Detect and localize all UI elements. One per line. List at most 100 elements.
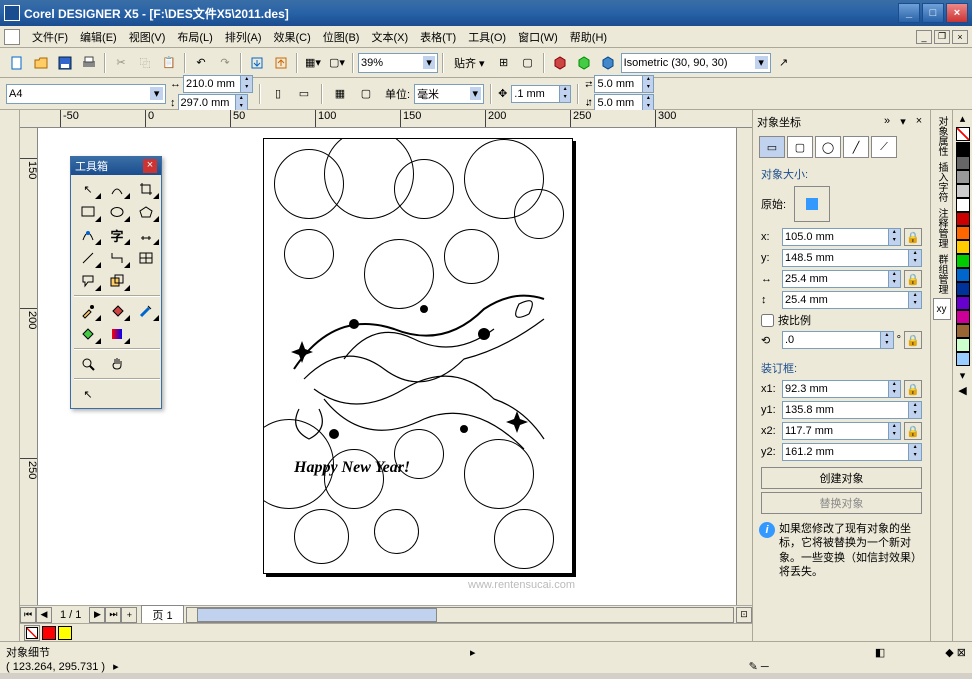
zoom-tool[interactable] bbox=[74, 353, 102, 375]
drawing-canvas[interactable]: Happy New Year! www.rentensucai.com 工具箱×… bbox=[38, 128, 736, 605]
bbox-x1[interactable]: ▴▾ bbox=[782, 380, 901, 398]
all-pages[interactable]: ▦ bbox=[329, 83, 351, 105]
rotation[interactable]: ▴▾ bbox=[782, 331, 894, 349]
shape-tool[interactable] bbox=[103, 178, 131, 200]
rtab-群组管理[interactable]: 群组管理 bbox=[933, 252, 951, 296]
zoom-combo[interactable]: ▾ bbox=[358, 53, 438, 73]
menu-位图(B)[interactable]: 位图(B) bbox=[317, 30, 366, 46]
lock-pos[interactable]: 🔒 bbox=[904, 228, 922, 246]
minimize-button[interactable]: _ bbox=[898, 3, 920, 23]
app-launcher[interactable]: ▦▾ bbox=[302, 52, 324, 74]
no-color[interactable] bbox=[956, 127, 970, 141]
smart-fill[interactable] bbox=[74, 323, 102, 345]
lock-size[interactable]: 🔒 bbox=[904, 270, 922, 288]
connector-tool[interactable] bbox=[103, 247, 131, 269]
tab-line[interactable]: ╱ bbox=[843, 136, 869, 158]
3d-1[interactable] bbox=[549, 52, 571, 74]
swatch[interactable] bbox=[956, 352, 970, 366]
curve-tool[interactable] bbox=[74, 224, 102, 246]
docker-close[interactable]: × bbox=[912, 115, 926, 129]
bbox-y1[interactable]: ▴▾ bbox=[782, 401, 922, 419]
horizontal-ruler[interactable]: -50050100150200250300 bbox=[20, 110, 752, 128]
lock-bbox2[interactable]: 🔒 bbox=[904, 422, 922, 440]
menu-排列(A)[interactable]: 排列(A) bbox=[219, 30, 268, 46]
polygon-tool[interactable] bbox=[132, 201, 160, 223]
palette-up[interactable]: ▴ bbox=[960, 112, 966, 126]
tab-ellipse[interactable]: ◯ bbox=[815, 136, 841, 158]
crop-tool[interactable] bbox=[132, 178, 160, 200]
swatch[interactable] bbox=[956, 156, 970, 170]
color-none[interactable] bbox=[24, 625, 40, 641]
last-page[interactable]: ⏭ bbox=[105, 607, 121, 623]
size-w[interactable]: ▴▾ bbox=[782, 270, 901, 288]
projection-combo[interactable]: ▾ bbox=[621, 53, 771, 73]
vertical-ruler[interactable]: 150200250 bbox=[20, 128, 38, 605]
rtab-xy[interactable]: xy bbox=[933, 298, 951, 320]
menu-编辑(E)[interactable]: 编辑(E) bbox=[74, 30, 123, 46]
edit-proj[interactable]: ↗ bbox=[773, 52, 795, 74]
undo-button[interactable]: ↶ bbox=[190, 52, 212, 74]
mdi-restore[interactable]: ❐ bbox=[934, 30, 950, 44]
interactive-fill[interactable] bbox=[103, 323, 131, 345]
text-tool[interactable]: 字 bbox=[103, 224, 131, 246]
scale-check[interactable]: 按比例 bbox=[761, 312, 922, 328]
snap-grid[interactable]: ⊞ bbox=[493, 52, 515, 74]
page-tab[interactable]: 页 1 bbox=[141, 605, 183, 625]
paper-combo[interactable]: ▾ bbox=[6, 84, 166, 104]
effects-tool[interactable] bbox=[103, 270, 131, 292]
table-tool[interactable] bbox=[132, 247, 160, 269]
lock-rot[interactable]: 🔒 bbox=[904, 331, 922, 349]
tab-rrect[interactable]: ▢ bbox=[787, 136, 813, 158]
import-button[interactable] bbox=[246, 52, 268, 74]
menu-视图(V)[interactable]: 视图(V) bbox=[123, 30, 172, 46]
redo-button[interactable]: ↷ bbox=[214, 52, 236, 74]
swatch[interactable] bbox=[956, 296, 970, 310]
page-width[interactable]: ▴▾ bbox=[183, 75, 253, 93]
tab-rect[interactable]: ▭ bbox=[759, 136, 785, 158]
pan-tool[interactable] bbox=[103, 353, 131, 375]
fill-tool[interactable] bbox=[103, 300, 131, 322]
pick-tool-2[interactable]: ↖ bbox=[74, 383, 102, 405]
snap-frame[interactable]: ▢ bbox=[517, 52, 539, 74]
create-object-btn[interactable]: 创建对象 bbox=[761, 467, 922, 489]
save-button[interactable] bbox=[54, 52, 76, 74]
ellipse-tool[interactable] bbox=[103, 201, 131, 223]
export-button[interactable] bbox=[270, 52, 292, 74]
next-page[interactable]: ▶ bbox=[89, 607, 105, 623]
pick-tool[interactable]: ↖ bbox=[74, 178, 102, 200]
print-button[interactable] bbox=[78, 52, 100, 74]
dimension-tool[interactable] bbox=[132, 224, 160, 246]
swatch[interactable] bbox=[956, 226, 970, 240]
maximize-button[interactable]: □ bbox=[922, 3, 944, 23]
mdi-minimize[interactable]: _ bbox=[916, 30, 932, 44]
origin-grid[interactable] bbox=[794, 186, 830, 222]
dup-x[interactable]: ▴▾ bbox=[594, 75, 654, 93]
3d-2[interactable] bbox=[573, 52, 595, 74]
paste-button[interactable]: 📋 bbox=[158, 52, 180, 74]
menu-文本(X)[interactable]: 文本(X) bbox=[365, 30, 414, 46]
mdi-close[interactable]: × bbox=[952, 30, 968, 44]
swatch[interactable] bbox=[956, 338, 970, 352]
swatch[interactable] bbox=[956, 240, 970, 254]
copy-button[interactable]: ⿻ bbox=[134, 52, 156, 74]
landscape-button[interactable]: ▭ bbox=[293, 83, 315, 105]
lock-bbox1[interactable]: 🔒 bbox=[904, 380, 922, 398]
portrait-button[interactable]: ▯ bbox=[267, 83, 289, 105]
swatch[interactable] bbox=[956, 324, 970, 338]
size-h[interactable]: ▴▾ bbox=[782, 291, 922, 309]
menu-工具(O)[interactable]: 工具(O) bbox=[462, 30, 512, 46]
bbox-x2[interactable]: ▴▾ bbox=[782, 422, 901, 440]
toolbox-close[interactable]: × bbox=[143, 159, 157, 173]
swatch[interactable] bbox=[956, 198, 970, 212]
swatch[interactable] bbox=[956, 184, 970, 198]
swatch[interactable] bbox=[956, 142, 970, 156]
menu-布局(L)[interactable]: 布局(L) bbox=[171, 30, 218, 46]
rtab-插入字符[interactable]: 插入字符 bbox=[933, 160, 951, 204]
page-object[interactable]: Happy New Year! bbox=[263, 138, 573, 574]
palette-down[interactable]: ▾ bbox=[960, 369, 966, 383]
swatch[interactable] bbox=[956, 268, 970, 282]
rtab-注释管理[interactable]: 注释管理 bbox=[933, 206, 951, 250]
palette-fly[interactable]: ◀ bbox=[958, 384, 966, 398]
close-button[interactable]: × bbox=[946, 3, 968, 23]
pos-y[interactable]: ▴▾ bbox=[782, 249, 922, 267]
